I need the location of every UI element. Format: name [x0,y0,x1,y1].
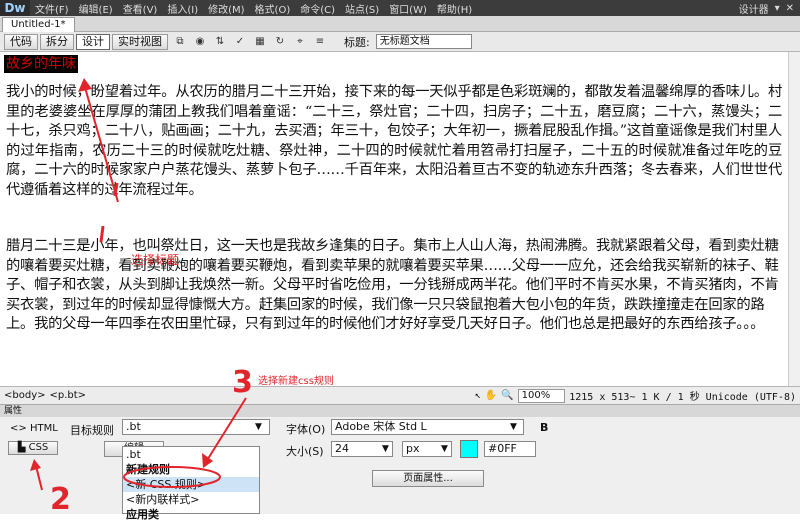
color-value-field[interactable]: #0FF [484,441,536,457]
size-label: 大小(S) [286,445,324,458]
css-mode-button[interactable]: ▙ CSS [8,441,58,455]
page-title-label: 标题: [344,35,370,49]
menu-right: 设计器 ▾ ✕ [739,1,800,16]
inspect-icon[interactable]: ⌖ [293,36,307,48]
split-view-button[interactable]: 拆分 [40,33,74,50]
preview-browser-icon[interactable]: ◉ [193,36,207,48]
zoom-select[interactable]: 100% [517,388,566,403]
html-mode-label: HTML [29,423,58,434]
css-icon: ▙ [17,442,29,453]
status-bar: <body> <p.bt> ↖ ✋ 🔍 100% 1215 x 513~ 1 K… [0,386,800,404]
zoom-tool-icon[interactable]: 🔍 [501,390,513,401]
chevron-down-icon[interactable]: ▼ [255,419,262,435]
design-view-button[interactable]: 设计 [76,33,110,50]
page-title-input[interactable]: 无标题文档 [375,34,472,49]
document-toolbar: 代码 拆分 设计 实时视图 ⧉ ◉ ⇅ ✓ ▦ ↻ ⌖ ≡ 标题: 无标题文档 [0,32,800,52]
html-mode-button[interactable]: <> HTML [10,423,58,434]
dropdown-option-new-css-rule[interactable]: <新 CSS 规则> [123,477,259,492]
menu-commands[interactable]: 命令(C) [295,1,340,16]
target-rule-label: 目标规则 [70,424,114,437]
vertical-scrollbar[interactable] [788,52,800,386]
heading-text[interactable]: 故乡的年味 [4,55,78,73]
bold-button[interactable]: B [540,421,548,434]
select-tool-icon[interactable]: ↖ [475,390,481,401]
visual-aids-icon[interactable]: ▦ [253,36,267,48]
font-label: 字体(O) [286,423,326,436]
chevron-down-icon[interactable]: ▼ [441,441,448,457]
multiscreen-icon[interactable]: ⧉ [173,36,187,48]
dropdown-group-new-rule: 新建规则 [126,463,170,476]
menu-modify[interactable]: 修改(M) [203,1,249,16]
workspace-switcher[interactable]: 设计器 [739,1,769,16]
live-view-button[interactable]: 实时视图 [112,33,168,50]
menu-help[interactable]: 帮助(H) [432,1,477,16]
menu-file[interactable]: 文件(F) [30,1,74,16]
dreamweaver-logo: Dw [0,0,30,16]
design-view-canvas[interactable]: 故乡的年味 我小的时候，盼望着过年。从农历的腊月二十三开始，接下来的每一天似乎都… [0,52,788,386]
annotation-select-heading: 选择标题 [131,253,180,267]
menu-insert[interactable]: 插入(I) [162,1,203,16]
window-size-info: 1215 x 513~ 1 K / 1 秒 Unicode (UTF-8) [569,392,796,403]
options-icon[interactable]: ≡ [313,36,327,48]
check-page-icon[interactable]: ✓ [233,36,247,48]
page-properties-button[interactable]: 页面属性... [372,470,484,487]
document-tab[interactable]: Untitled-1* [2,17,75,32]
hand-tool-icon[interactable]: ✋ [485,390,497,401]
tag-selector-p[interactable]: <p.bt> [50,390,87,401]
menu-bar: Dw 文件(F) 编辑(E) 查看(V) 插入(I) 修改(M) 格式(O) 命… [0,0,800,16]
paragraph-2[interactable]: 腊月二十三是小年，也叫祭灶日，这一天也是我故乡逢集的日子。集市上人山人海，热闹沸… [6,237,782,335]
target-rule-dropdown: .bt 新建规则 <新 CSS 规则> <新内联样式> 应用类 [122,446,260,521]
menu-window[interactable]: 窗口(W) [384,1,432,16]
file-management-icon[interactable]: ⇅ [213,36,227,48]
chevron-down-icon[interactable]: ▼ [510,419,517,435]
target-rule-select[interactable]: .bt [122,419,270,435]
menu-edit[interactable]: 编辑(E) [74,1,118,16]
dropdown-group-apply-class: 应用类 [126,508,159,521]
paragraph-1[interactable]: 我小的时候，盼望着过年。从农历的腊月二十三开始，接下来的每一天似乎都是色彩斑斓的… [6,83,782,200]
chevron-down-icon[interactable]: ▼ [382,441,389,457]
css-mode-label: CSS [28,442,49,453]
dropdown-option-bt[interactable]: .bt [123,447,259,462]
window-minimize-icon[interactable]: ▾ [775,3,780,14]
window-close-icon[interactable]: ✕ [786,3,794,14]
color-swatch[interactable] [460,440,478,458]
menu-format[interactable]: 格式(O) [250,1,296,16]
tag-selector-body[interactable]: <body> [4,390,46,401]
properties-panel-title: 属性 [0,404,800,417]
status-right: ↖ ✋ 🔍 100% 1215 x 513~ 1 K / 1 秒 Unicode… [475,388,800,403]
code-view-button[interactable]: 代码 [4,33,38,50]
document-tab-bar: Untitled-1* [0,16,800,32]
dropdown-option-new-inline-style[interactable]: <新内联样式> [123,492,259,507]
refresh-icon[interactable]: ↻ [273,36,287,48]
font-select[interactable]: Adobe 宋体 Std L [331,419,524,435]
menu-site[interactable]: 站点(S) [340,1,384,16]
html-tag-icon: <> [10,423,30,434]
menu-view[interactable]: 查看(V) [118,1,163,16]
